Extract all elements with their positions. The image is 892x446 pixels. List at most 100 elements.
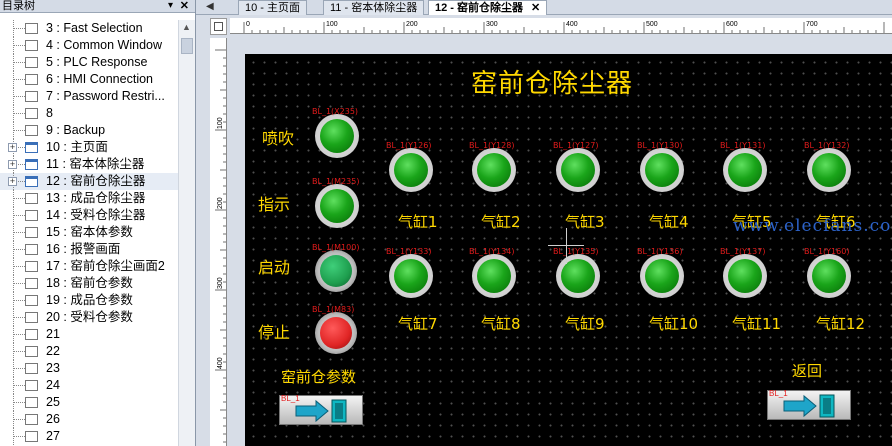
start-button-face[interactable] [320,255,352,287]
screen-page-icon [25,91,38,102]
ruler-top-label: 700 [806,21,818,28]
cylinder-label: 气缸11 [732,315,782,333]
cylinder-indicator-lamp: BL_1(Y132) [804,141,851,192]
scroll-thumb[interactable] [181,38,193,54]
tree-item[interactable]: 22 [0,343,178,360]
tree-item[interactable]: 18 : 窑前仓参数 [0,275,178,292]
screen-page-icon [25,329,38,340]
start-button[interactable]: BL_1(M100) [312,243,359,292]
screen-page-icon [25,23,38,34]
tree-item[interactable]: 24 [0,377,178,394]
tree-item[interactable]: 7 : Password Restri... [0,88,178,105]
tree-item[interactable]: +10 : 主页面 [0,139,178,156]
tree-item[interactable]: 13 : 成品仓除尘器 [0,190,178,207]
kiln-front-params-button[interactable]: BL_1 [279,394,363,425]
tree-item[interactable]: 3 : Fast Selection [0,20,178,37]
tab-main-page[interactable]: 10 - 主页面 [238,0,308,15]
expand-icon[interactable]: + [8,143,17,152]
cylinder-label: 气缸4 [649,213,689,231]
tree-item[interactable]: 9 : Backup [0,122,178,139]
ruler-top-label: 0 [246,21,250,28]
tree-item[interactable]: 19 : 成品仓参数 [0,292,178,309]
close-icon[interactable]: ✕ [180,0,189,12]
screen-page-icon [25,227,38,238]
cylinder-lamp-tag: BL_1(Y130) [637,141,683,150]
cylinder-lamp-tag: BL_1(Y160) [804,247,850,256]
tree-item[interactable]: 14 : 受料仓除尘器 [0,207,178,224]
screen-tree-panel: 目录树 ▾ ✕ 3 : Fast Selection 4 : Common Win… [0,0,196,446]
ruler-top-label: 300 [486,21,498,28]
tree-item[interactable]: 16 : 报警画面 [0,241,178,258]
tree-item[interactable]: 4 : Common Window [0,37,178,54]
tab-close-icon[interactable]: ✕ [531,2,540,14]
pin-icon[interactable]: ▾ [168,0,173,12]
ruler-left-label: 300 [217,277,224,289]
stop-button[interactable]: BL_1(M83) [312,305,357,354]
back-label: 返回 [792,362,823,380]
tree-scrollbar[interactable]: ▲ [178,20,195,446]
ruler-top-ticks: 0 100 200 300 400 500 600 700 [243,21,885,33]
cylinder-label: 气缸12 [816,315,866,333]
tree-item-label: 20 : 受料仓参数 [46,310,133,324]
cylinder-label: 气缸9 [565,315,605,333]
tree-panel-title: 目录树 [2,0,35,12]
tree-item[interactable]: 26 [0,411,178,428]
tree-list: 3 : Fast Selection 4 : Common Window 5 : P… [0,20,178,445]
indicate-indicator-lamp: BL_1(M235) [312,177,359,228]
tab-kiln-body-dust[interactable]: 11 - 窑本体除尘器 [323,0,425,15]
cylinder-label: 气缸7 [398,315,438,333]
tree-item[interactable]: 17 : 窑前仓除尘画面2 [0,258,178,275]
back-button[interactable]: BL_1 [767,389,851,420]
tree-item[interactable]: 6 : HMI Connection [0,71,178,88]
indicate-label: 指示 [258,195,291,214]
crosshair-vertical [566,228,567,264]
hmi-screen-canvas: 窑前仓除尘器 喷吹 指示 启动 停止 BL_1(X235) BL_1(M235)… [245,54,892,446]
tree-item[interactable]: 5 : PLC Response [0,54,178,71]
tree-item[interactable]: 15 : 窑本体参数 [0,224,178,241]
cylinder-indicator-lamp: BL_1(Y137) [720,247,767,298]
cylinder-lamp-tag: BL_1(Y128) [469,141,515,150]
expand-icon[interactable]: + [8,177,17,186]
stop-button-face[interactable] [320,317,352,349]
nav-back-tag: BL_1 [769,389,788,398]
screen-page-icon [25,244,38,255]
ruler-top-label: 500 [646,21,658,28]
kiln-front-params-label: 窑前仓参数 [281,368,357,386]
tab-scroll-left-icon[interactable]: ◀ [206,0,214,14]
tab-bar: ◀ 10 - 主页面 11 - 窑本体除尘器 12 - 窑前仓除尘器 ✕ [196,0,892,15]
screen-page-icon [25,74,38,85]
scroll-up-icon[interactable]: ▲ [182,22,191,32]
tree-item[interactable]: 20 : 受料仓参数 [0,309,178,326]
screen-page-icon [25,125,38,136]
screen-page-icon [25,159,38,170]
tree-item[interactable]: 27 [0,428,178,445]
screen-page-icon [25,278,38,289]
tree-item-label: 24 [46,378,60,392]
tree-item-label: 16 : 报警画面 [46,242,121,256]
screen-page-icon [25,108,38,119]
ruler-top: 0 100 200 300 400 500 600 700 [230,18,892,34]
screen-page-icon [25,261,38,272]
ruler-top-label: 400 [566,21,578,28]
screen-page-icon [25,210,38,221]
cylinder-lamp-tag: BL_1(Y132) [804,141,850,150]
cylinder-indicator-lamp: BL_1(Y136) [637,247,684,298]
cylinder-label: 气缸2 [481,213,521,231]
blow-lamp-tag: BL_1(X235) [312,107,359,116]
cylinder-indicator-lamp: BL_1(Y127) [553,141,600,192]
ruler-top-label: 200 [406,21,418,28]
cylinder-lamp-tag: BL_1(Y126) [386,141,432,150]
ruler-top-label: 600 [726,21,738,28]
tree-item[interactable]: +12 : 窑前仓除尘器 [0,173,178,190]
tree-item[interactable]: +11 : 窑本体除尘器 [0,156,178,173]
tree-item[interactable]: 21 [0,326,178,343]
tree-item[interactable]: 23 [0,360,178,377]
tree-item[interactable]: 8 [0,105,178,122]
tab-kiln-front-dust[interactable]: 12 - 窑前仓除尘器 ✕ [428,0,548,15]
cylinder-label: 气缸3 [565,213,605,231]
start-button-tag: BL_1(M100) [312,243,360,252]
cylinder-indicator-lamp: BL_1(Y134) [469,247,516,298]
expand-icon[interactable]: + [8,160,17,169]
tree-item[interactable]: 25 [0,394,178,411]
tree-item-label: 25 [46,395,60,409]
